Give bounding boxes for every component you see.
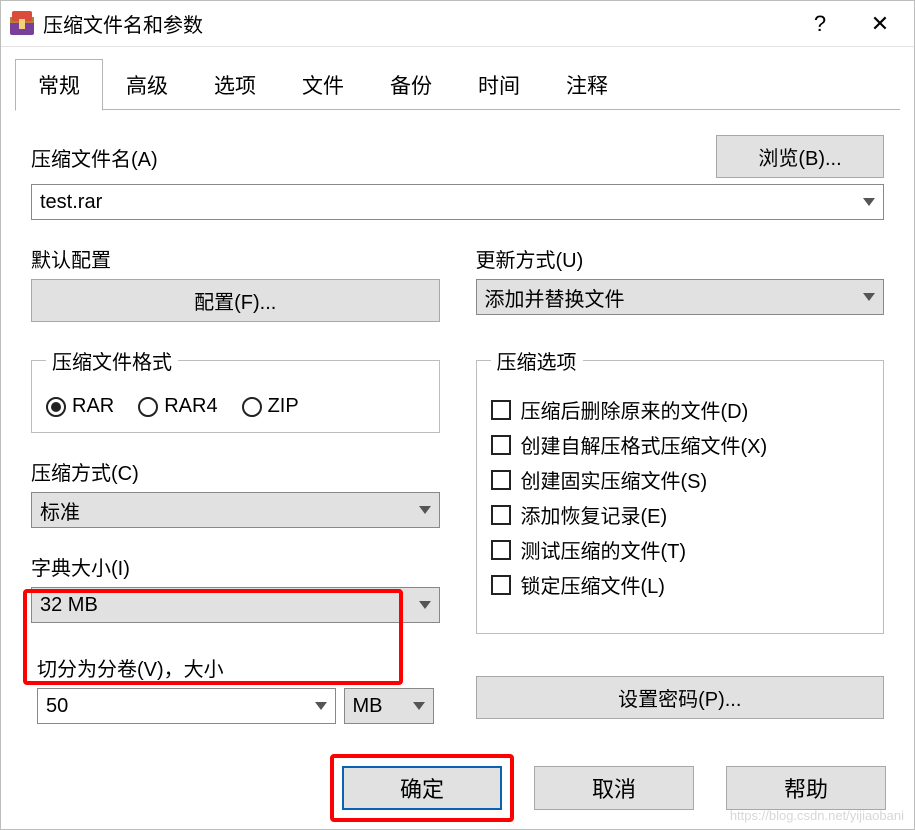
radio-rar[interactable]: RAR [46,395,114,418]
checkbox-icon [491,400,511,420]
cancel-button[interactable]: 取消 [534,766,694,810]
titlebar: 压缩文件名和参数 ? ✕ [1,1,914,47]
update-mode-select[interactable]: 添加并替换文件 [476,279,885,315]
close-button[interactable]: ✕ [850,2,910,46]
check-recovery[interactable]: 添加恢复记录(E) [491,500,870,529]
chevron-down-icon [419,601,431,609]
split-volume-label: 切分为分卷(V)，大小 [37,653,434,682]
update-mode-value: 添加并替换文件 [485,283,625,312]
check-test[interactable]: 测试压缩的文件(T) [491,535,870,564]
check-delete-after[interactable]: 压缩后删除原来的文件(D) [491,395,870,424]
split-unit-select[interactable]: MB [344,688,434,724]
radio-rar4-label: RAR4 [164,395,217,418]
radio-rar4[interactable]: RAR4 [138,395,217,418]
radio-zip[interactable]: ZIP [242,395,299,418]
ok-button[interactable]: 确定 [342,766,502,810]
dialog-title: 压缩文件名和参数 [43,9,790,38]
chevron-down-icon [863,198,875,206]
tab-panel-general: 压缩文件名(A) 浏览(B)... test.rar 默认配置 配置(F)...… [1,111,914,747]
radio-rar-label: RAR [72,395,114,418]
chevron-down-icon [315,702,327,710]
tab-files[interactable]: 文件 [279,59,367,111]
chevron-down-icon [419,506,431,514]
archive-format-legend: 压缩文件格式 [46,346,178,375]
archive-name-label: 压缩文件名(A) [31,143,680,172]
tab-backup[interactable]: 备份 [367,59,455,111]
compression-options-group: 压缩选项 压缩后删除原来的文件(D) 创建自解压格式压缩文件(X) 创建固实压缩… [476,346,885,634]
check-label: 测试压缩的文件(T) [521,535,687,564]
checkbox-icon [491,540,511,560]
watermark: https://blog.csdn.net/yijiaobani [730,808,904,823]
check-label: 压缩后删除原来的文件(D) [521,395,749,424]
set-password-button[interactable]: 设置密码(P)... [476,676,885,719]
checkbox-icon [491,575,511,595]
dict-size-value: 32 MB [40,594,98,617]
checkbox-icon [491,435,511,455]
split-unit-value: MB [353,695,383,718]
radio-icon [46,397,66,417]
checkbox-icon [491,505,511,525]
radio-icon [138,397,158,417]
check-sfx[interactable]: 创建自解压格式压缩文件(X) [491,430,870,459]
radio-zip-label: ZIP [268,395,299,418]
chevron-down-icon [413,702,425,710]
tab-comment[interactable]: 注释 [543,59,631,111]
dict-size-label: 字典大小(I) [31,552,440,581]
check-label: 创建自解压格式压缩文件(X) [521,430,768,459]
profile-button[interactable]: 配置(F)... [31,279,440,322]
tab-general[interactable]: 常规 [15,59,103,111]
check-lock[interactable]: 锁定压缩文件(L) [491,570,870,599]
help-button[interactable]: ? [790,2,850,46]
profile-label: 默认配置 [31,244,440,273]
radio-icon [242,397,262,417]
update-mode-label: 更新方式(U) [476,244,885,273]
tab-options[interactable]: 选项 [191,59,279,111]
check-label: 添加恢复记录(E) [521,500,668,529]
compression-method-select[interactable]: 标准 [31,492,440,528]
tab-strip: 常规 高级 选项 文件 备份 时间 注释 [1,47,914,111]
archive-name-value: test.rar [40,191,102,214]
split-size-input[interactable]: 50 [37,688,336,724]
dict-size-select[interactable]: 32 MB [31,587,440,623]
dialog-window: 压缩文件名和参数 ? ✕ 常规 高级 选项 文件 备份 时间 注释 压缩文件名(… [0,0,915,830]
check-solid[interactable]: 创建固实压缩文件(S) [491,465,870,494]
chevron-down-icon [863,293,875,301]
split-size-value: 50 [46,695,68,718]
browse-button[interactable]: 浏览(B)... [716,135,884,178]
check-label: 创建固实压缩文件(S) [521,465,708,494]
archive-name-input[interactable]: test.rar [31,184,884,220]
archive-format-group: 压缩文件格式 RAR RAR4 ZIP [31,346,440,433]
tab-underline [15,109,900,110]
tab-time[interactable]: 时间 [455,59,543,111]
checkbox-icon [491,470,511,490]
compression-options-legend: 压缩选项 [491,346,583,375]
app-icon [9,11,35,37]
check-label: 锁定压缩文件(L) [521,570,665,599]
compression-method-label: 压缩方式(C) [31,457,440,486]
tab-advanced[interactable]: 高级 [103,59,191,111]
help-button-footer[interactable]: 帮助 [726,766,886,810]
compression-method-value: 标准 [40,496,80,525]
